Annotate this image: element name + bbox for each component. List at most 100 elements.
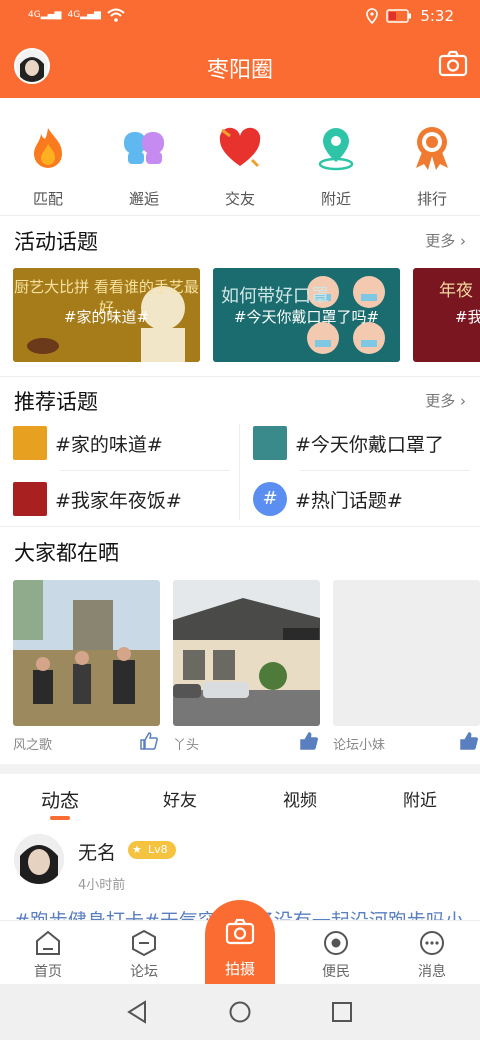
topic-item[interactable]: #家的味道# bbox=[13, 420, 163, 466]
photo-card[interactable]: 风之歌 bbox=[13, 580, 160, 750]
wifi-icon bbox=[107, 8, 125, 22]
tab-dynamic[interactable]: 动态 bbox=[0, 776, 120, 820]
quick-action-match[interactable]: 匹配 bbox=[0, 98, 96, 215]
quick-action-label: 邂逅 bbox=[128, 190, 159, 208]
home-icon bbox=[36, 930, 60, 955]
nav-label: 首页 bbox=[34, 964, 62, 980]
camera-icon bbox=[225, 918, 255, 945]
location-pin-icon bbox=[318, 128, 354, 171]
activity-more-link[interactable]: 更多 › bbox=[425, 230, 466, 251]
flame-icon bbox=[34, 128, 62, 168]
quick-action-ranking[interactable]: 排行 bbox=[384, 98, 480, 215]
hashtag-icon: # bbox=[253, 482, 287, 516]
photo-caption: 丫头 bbox=[173, 732, 320, 750]
signal-icon: 4G▂▄▆ bbox=[67, 10, 101, 20]
post-time: 4小时前 bbox=[78, 878, 126, 893]
clock: 5:32 bbox=[420, 7, 454, 25]
quick-action-label: 交友 bbox=[224, 190, 255, 208]
topic-item[interactable]: # #热门话题# bbox=[253, 476, 403, 522]
heart-icon bbox=[219, 127, 261, 168]
recommended-more-link[interactable]: 更多 › bbox=[425, 390, 466, 411]
signal-label: 4G bbox=[67, 10, 81, 20]
photo-caption: 论坛小妹 bbox=[333, 732, 480, 750]
photo-image bbox=[13, 580, 160, 726]
post-author[interactable]: 无名 bbox=[78, 838, 116, 865]
activity-banner[interactable]: 厨艺大比拼 看看谁的手艺最好 #家的味道# bbox=[13, 268, 200, 362]
recent-apps-icon[interactable] bbox=[331, 1001, 353, 1023]
thumbs-up-icon[interactable] bbox=[460, 732, 478, 750]
quick-action-label: 匹配 bbox=[32, 190, 63, 208]
topic-column-divider bbox=[239, 424, 240, 520]
topic-thumbnail bbox=[253, 426, 287, 460]
quick-action-nearby[interactable]: 附近 bbox=[288, 98, 384, 215]
photo-card[interactable]: 丫头 bbox=[173, 580, 320, 750]
couple-icon bbox=[124, 132, 164, 164]
activity-banner[interactable]: 年夜 #我 bbox=[413, 268, 480, 362]
activity-banner[interactable]: 如何带好口罩 #今天你戴口罩了吗# bbox=[213, 268, 400, 362]
banner-art-text: 年夜 bbox=[439, 281, 473, 301]
avatar[interactable] bbox=[14, 834, 64, 884]
banner-title: #家的味道# bbox=[63, 308, 150, 326]
signal-label: 4G bbox=[28, 10, 41, 20]
medal-icon bbox=[416, 127, 448, 170]
back-icon[interactable] bbox=[126, 1000, 148, 1024]
tab-friends[interactable]: 好友 bbox=[120, 776, 240, 820]
photo-caption: 风之歌 bbox=[13, 732, 160, 750]
photo-user: 丫头 bbox=[173, 738, 200, 750]
topic-thumbnail bbox=[13, 482, 47, 516]
nav-label: 便民 bbox=[322, 964, 350, 980]
service-icon bbox=[324, 931, 348, 955]
section-divider bbox=[0, 376, 480, 377]
photo-user: 风之歌 bbox=[13, 738, 53, 750]
camera-icon[interactable] bbox=[438, 50, 468, 78]
chevron-right-icon: › bbox=[460, 392, 466, 410]
feed-tabs: 动态 好友 视频 附近 bbox=[0, 776, 480, 820]
quick-action-label: 排行 bbox=[416, 190, 447, 208]
photo-image bbox=[173, 580, 320, 726]
nav-label: 论坛 bbox=[130, 964, 158, 980]
section-divider bbox=[0, 764, 480, 774]
system-nav-bar bbox=[0, 984, 480, 1040]
nav-home[interactable]: 首页 bbox=[0, 921, 96, 984]
recommended-topics: #家的味道# #今天你戴口罩了 #我家年夜饭# # #热门话题# bbox=[0, 420, 480, 526]
nav-forum[interactable]: 论坛 bbox=[96, 921, 192, 984]
quick-action-encounter[interactable]: 邂逅 bbox=[96, 98, 192, 215]
status-right: 5:32 bbox=[366, 7, 454, 25]
page-title: 枣阳圈 bbox=[206, 58, 273, 83]
topic-item[interactable]: #今天你戴口罩了 bbox=[253, 420, 444, 466]
showcase-photos: 风之歌 丫头 论坛小妹 bbox=[0, 580, 480, 750]
home-circle-icon[interactable] bbox=[229, 1001, 251, 1023]
quick-actions: 匹配 邂逅 交友 附近 排行 bbox=[0, 98, 480, 216]
status-bar: 4G▂▄▆ 4G▂▄▆ 5:32 bbox=[0, 0, 480, 34]
nav-messages[interactable]: 消息 bbox=[384, 921, 480, 984]
banner-art-text: 如何带好口罩 bbox=[221, 286, 329, 307]
topic-label: #家的味道# bbox=[55, 433, 163, 456]
level-badge: Lv8 bbox=[128, 841, 176, 859]
message-icon bbox=[420, 931, 444, 955]
section-divider bbox=[0, 526, 480, 527]
topic-item[interactable]: #我家年夜饭# bbox=[13, 476, 182, 522]
tab-nearby[interactable]: 附近 bbox=[360, 776, 480, 820]
nav-label: 消息 bbox=[418, 964, 446, 980]
topic-label: #我家年夜饭# bbox=[55, 489, 182, 512]
signal-group: 4G▂▄▆ 4G▂▄▆ bbox=[28, 8, 125, 22]
banner-title: #今天你戴口罩了吗# bbox=[233, 308, 380, 326]
quick-action-friends[interactable]: 交友 bbox=[192, 98, 288, 215]
topic-row-divider bbox=[300, 470, 470, 471]
topic-label: #今天你戴口罩了 bbox=[295, 433, 444, 456]
thumbs-up-icon[interactable] bbox=[140, 732, 158, 750]
app-header: 枣阳圈 bbox=[0, 34, 480, 98]
topic-label: #热门话题# bbox=[295, 489, 403, 512]
activity-section-title: 活动话题 bbox=[14, 230, 98, 254]
nav-service[interactable]: 便民 bbox=[288, 921, 384, 984]
shoot-button[interactable]: 拍摄 bbox=[205, 900, 275, 984]
location-icon bbox=[366, 8, 379, 24]
forum-icon bbox=[132, 929, 156, 957]
thumbs-up-icon[interactable] bbox=[300, 732, 318, 750]
tab-video[interactable]: 视频 bbox=[240, 776, 360, 820]
photo-card[interactable]: 论坛小妹 bbox=[333, 580, 480, 750]
chevron-right-icon: › bbox=[460, 232, 466, 250]
recommended-section-title: 推荐话题 bbox=[14, 390, 98, 414]
more-label: 更多 bbox=[425, 392, 456, 410]
photo-image bbox=[333, 580, 480, 726]
